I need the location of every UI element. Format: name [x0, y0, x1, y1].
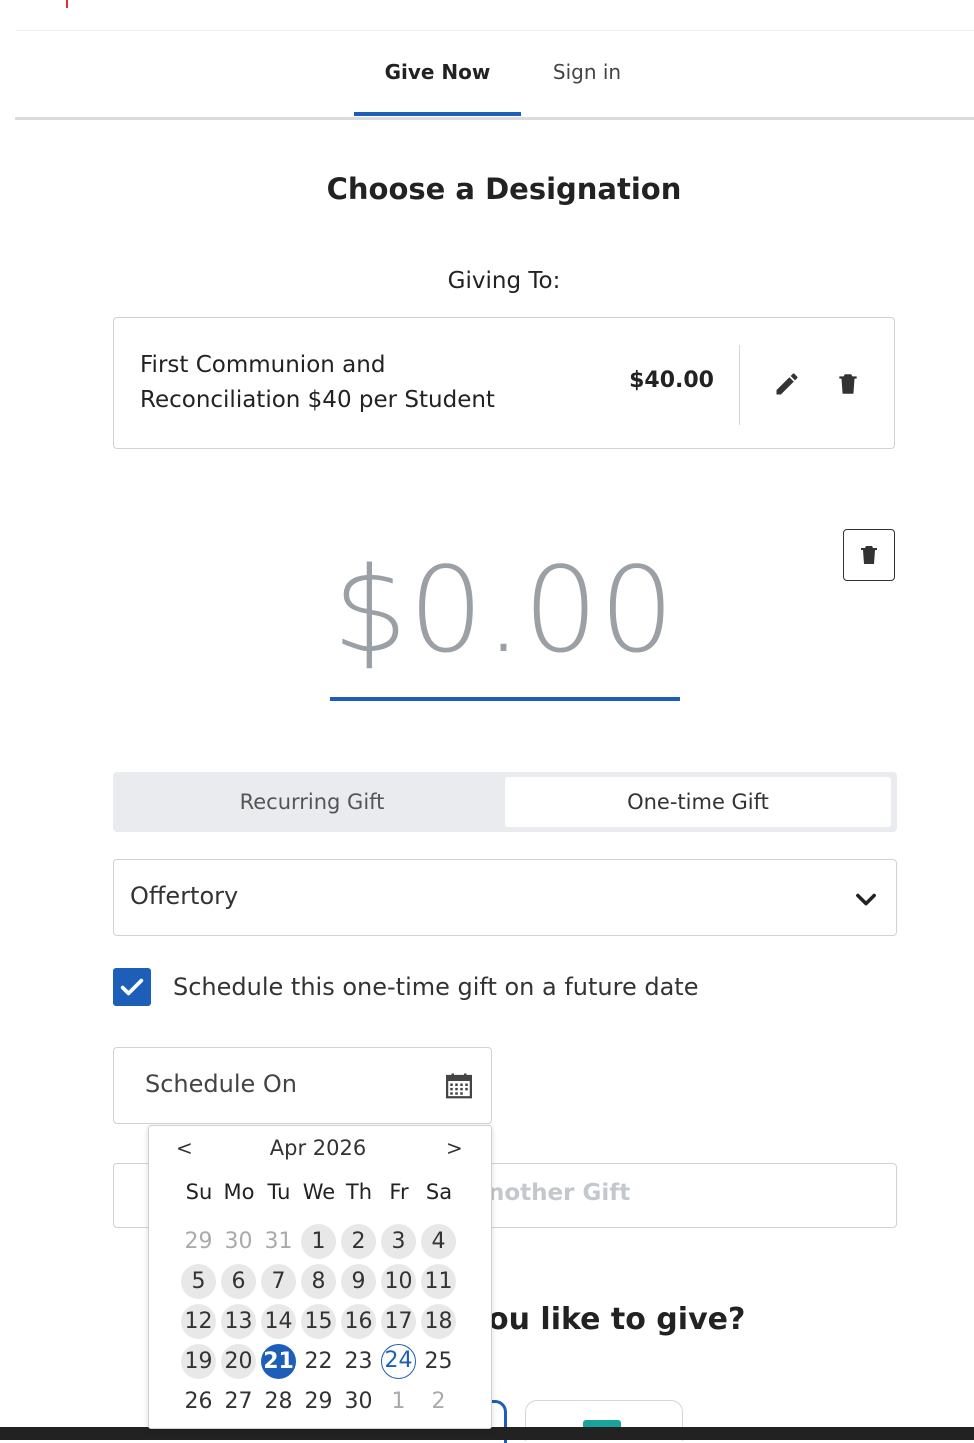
designation-amount: $40.00: [629, 368, 714, 393]
calendar-day[interactable]: 13: [221, 1304, 256, 1339]
calendar-day[interactable]: 17: [381, 1304, 416, 1339]
tab-give-now[interactable]: Give Now: [354, 60, 521, 84]
pencil-icon: [776, 373, 798, 395]
calendar-day[interactable]: 18: [421, 1304, 456, 1339]
calendar-day[interactable]: 15: [301, 1304, 336, 1339]
designation-divider: [739, 345, 740, 425]
next-month-button[interactable]: >: [446, 1136, 463, 1160]
calendar-day[interactable]: 5: [181, 1264, 216, 1299]
calendar-day[interactable]: 8: [301, 1264, 336, 1299]
fund-select-value: Offertory: [130, 882, 239, 910]
calendar-day[interactable]: 1: [301, 1224, 336, 1259]
tab-sign-in[interactable]: Sign in: [521, 60, 653, 84]
calendar-day[interactable]: 28: [261, 1384, 296, 1419]
calendar-day[interactable]: 4: [421, 1224, 456, 1259]
payment-method-question: ou like to give?: [488, 1302, 746, 1337]
calendar-day[interactable]: 11: [421, 1264, 456, 1299]
trash-icon: [839, 374, 857, 394]
checkmark-icon: [120, 978, 144, 996]
calendar-day[interactable]: 20: [221, 1344, 256, 1379]
trash-icon: [861, 546, 877, 564]
calendar-day[interactable]: 2: [421, 1384, 456, 1419]
calendar-weekday: Su: [185, 1180, 213, 1204]
calendar-weekday: Fr: [389, 1180, 409, 1204]
gift-amount-input[interactable]: $0.00: [230, 545, 778, 675]
schedule-checkbox-label: Schedule this one-time gift on a future …: [173, 973, 699, 1001]
calendar-icon[interactable]: [444, 1071, 474, 1101]
calendar-weekday: Sa: [425, 1180, 453, 1204]
calendar-day[interactable]: 14: [261, 1304, 296, 1339]
calendar-month-label: Apr 2026: [269, 1136, 367, 1160]
designation-name-line2: Reconciliation $40 per Student: [140, 387, 495, 413]
calendar-day[interactable]: 30: [341, 1384, 376, 1419]
designation-name-line1: First Communion and: [140, 352, 386, 378]
calendar-day[interactable]: 1: [381, 1384, 416, 1419]
calendar-weekday: Tu: [267, 1180, 291, 1204]
calendar-day[interactable]: 2: [341, 1224, 376, 1259]
calendar-day[interactable]: 27: [221, 1384, 256, 1419]
chevron-down-icon: [856, 893, 876, 906]
calendar-day[interactable]: 23: [341, 1344, 376, 1379]
calendar-day[interactable]: 7: [261, 1264, 296, 1299]
calendar-day[interactable]: 16: [341, 1304, 376, 1339]
calendar-day[interactable]: 30: [221, 1224, 256, 1259]
calendar-day[interactable]: 12: [181, 1304, 216, 1339]
calendar-day[interactable]: 10: [381, 1264, 416, 1299]
calendar-day[interactable]: 29: [301, 1384, 336, 1419]
calendar-day[interactable]: 29: [181, 1224, 216, 1259]
calendar-weekday: Th: [345, 1180, 373, 1204]
calendar-weekday: Mo: [223, 1180, 255, 1204]
calendar-day[interactable]: 9: [341, 1264, 376, 1299]
clear-amount-button[interactable]: [843, 529, 895, 581]
schedule-checkbox[interactable]: [113, 968, 151, 1006]
nav-divider: [15, 117, 974, 120]
brand-mark: [66, 0, 68, 8]
calendar-day[interactable]: 31: [261, 1224, 296, 1259]
calendar-day[interactable]: 6: [221, 1264, 256, 1299]
one-time-gift-option[interactable]: One-time Gift: [505, 777, 891, 827]
calendar-weekday: We: [302, 1180, 336, 1204]
delete-designation-button[interactable]: [832, 366, 864, 402]
calendar-day[interactable]: 19: [181, 1344, 216, 1379]
amount-underline: [330, 697, 680, 701]
giving-to-label: Giving To:: [447, 268, 561, 294]
calendar-day[interactable]: 24: [381, 1344, 416, 1379]
add-another-gift-label: nother Gift: [488, 1180, 631, 1206]
page-title: Choose a Designation: [326, 172, 682, 206]
prev-month-button[interactable]: <: [176, 1136, 193, 1160]
calendar-day[interactable]: 26: [181, 1384, 216, 1419]
calendar-day[interactable]: 25: [421, 1344, 456, 1379]
recurring-gift-option[interactable]: Recurring Gift: [113, 772, 511, 832]
designation-name: First Communion and Reconciliation $40 p…: [140, 348, 560, 418]
active-tab-indicator: [354, 112, 521, 116]
calendar-day[interactable]: 21: [261, 1344, 296, 1379]
header-divider: [15, 30, 974, 31]
calendar-day[interactable]: 3: [381, 1224, 416, 1259]
calendar-day[interactable]: 22: [301, 1344, 336, 1379]
edit-designation-button[interactable]: [770, 366, 804, 402]
schedule-date-placeholder: Schedule On: [145, 1070, 298, 1098]
